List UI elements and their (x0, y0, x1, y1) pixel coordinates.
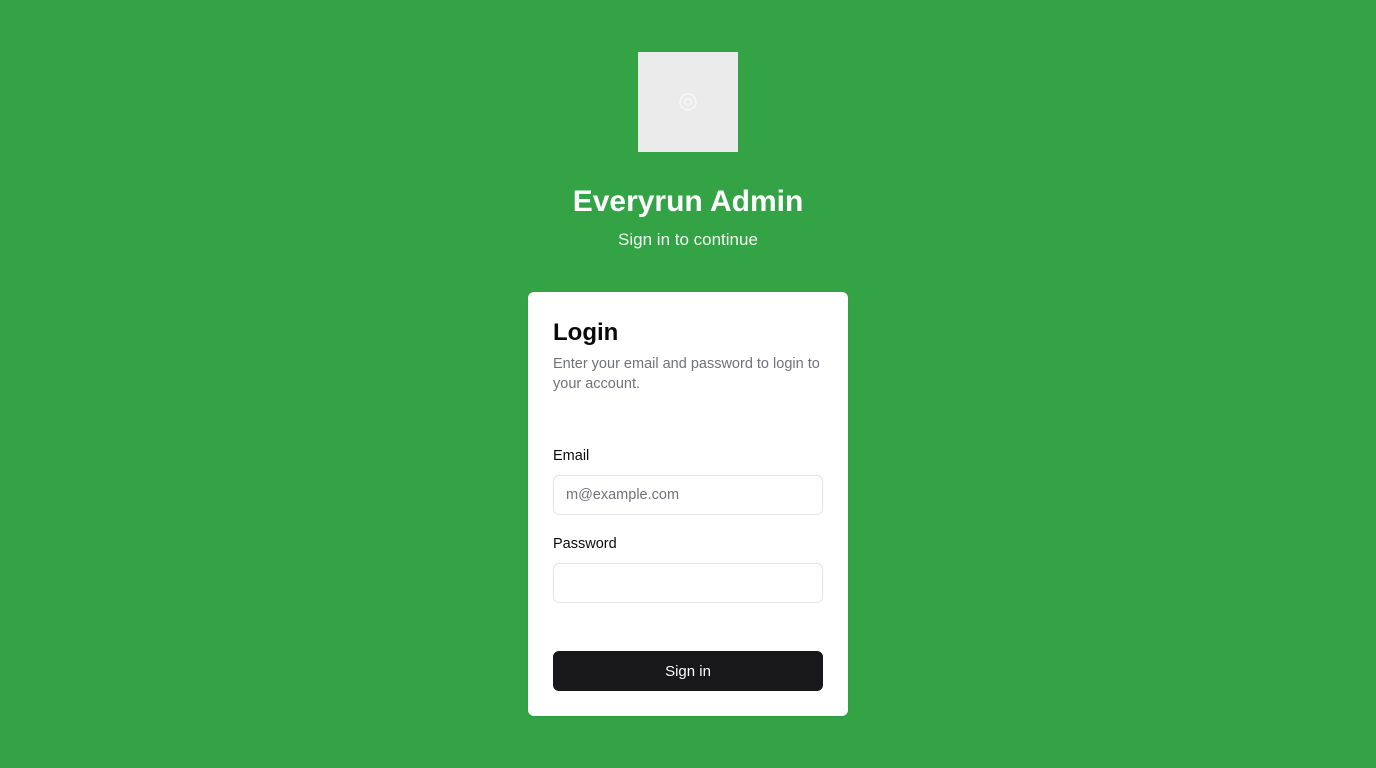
password-label: Password (553, 536, 617, 552)
image-placeholder-icon (679, 93, 697, 111)
card-title: Login (553, 319, 619, 346)
password-field[interactable] (553, 563, 823, 603)
login-card: Login Enter your email and password to l… (528, 292, 848, 716)
app-subtitle: Sign in to continue (618, 230, 758, 249)
app-title: Everyrun Admin (572, 185, 804, 218)
card-description: Enter your email and password to login t… (553, 356, 820, 392)
email-field[interactable] (553, 475, 823, 515)
sign-in-button[interactable]: Sign in (553, 651, 823, 691)
app-logo (638, 52, 738, 152)
email-label: Email (553, 448, 590, 464)
